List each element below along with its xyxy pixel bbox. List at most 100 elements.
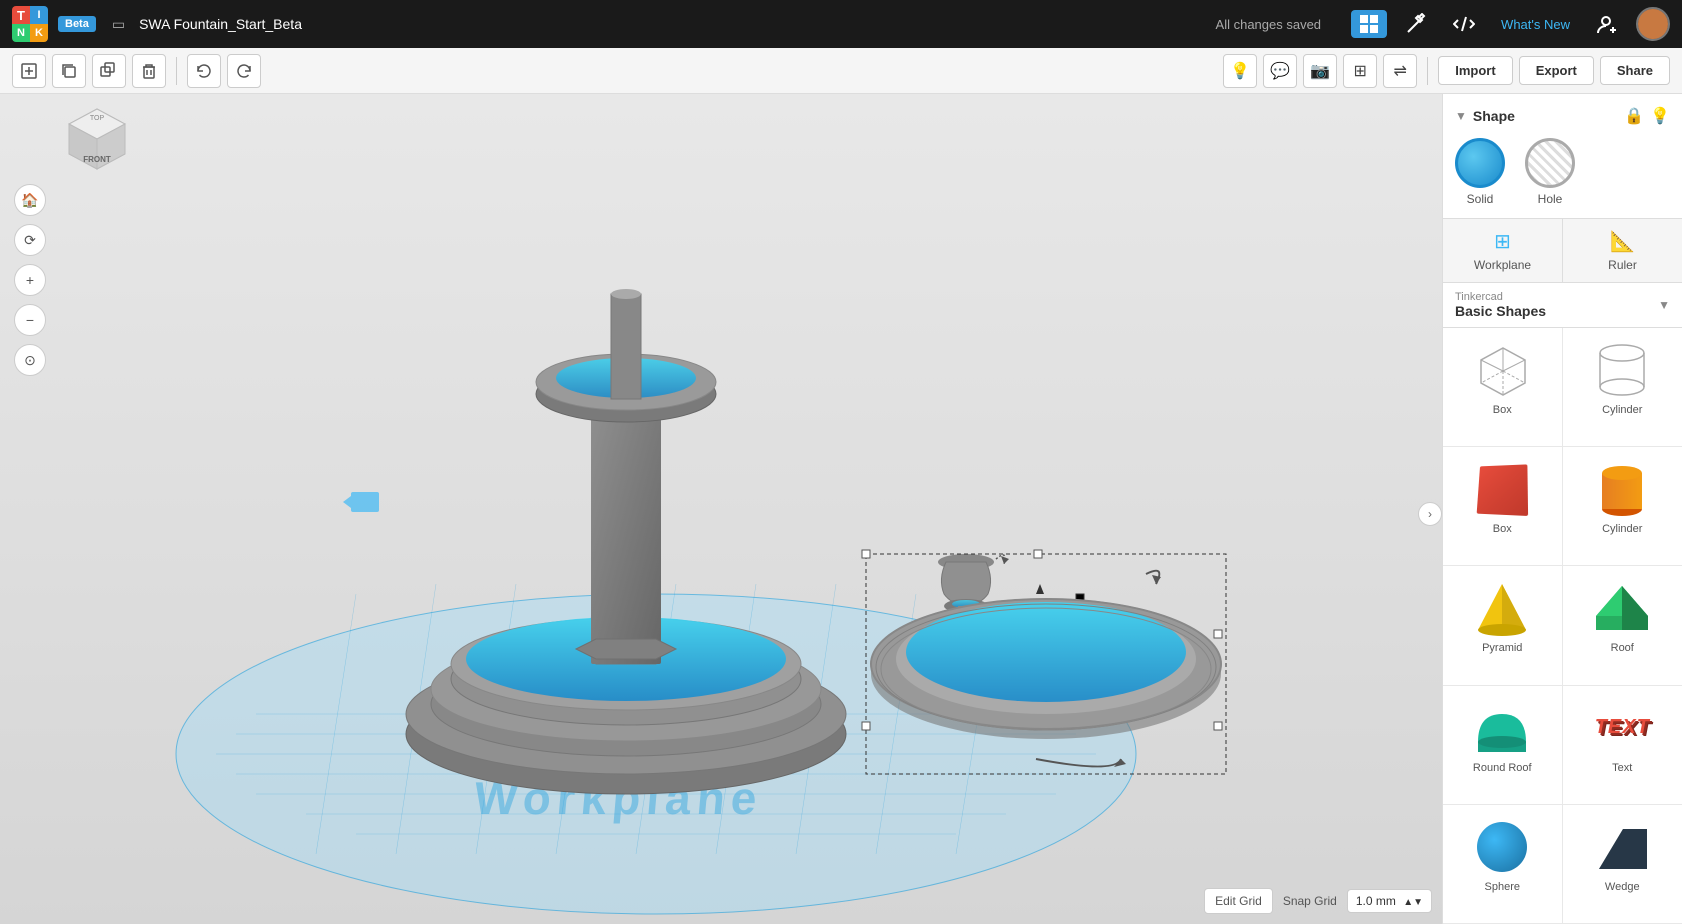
code-button[interactable] xyxy=(1445,9,1483,39)
toolbar-separator-1 xyxy=(176,57,177,85)
solid-option[interactable]: Solid xyxy=(1455,138,1505,206)
shape-wedge[interactable]: Wedge xyxy=(1563,805,1682,924)
lightbulb-icon-button[interactable]: 💡 xyxy=(1650,106,1670,126)
pyramid-label: Pyramid xyxy=(1482,642,1522,654)
user-avatar[interactable] xyxy=(1636,7,1670,41)
shape-panel-title: Shape xyxy=(1473,108,1618,124)
sphere-label: Sphere xyxy=(1485,881,1520,893)
tools-button[interactable] xyxy=(1397,9,1435,39)
text-icon: TEXT xyxy=(1592,698,1652,758)
import-button[interactable]: Import xyxy=(1438,56,1512,85)
duplicate-button[interactable] xyxy=(92,54,126,88)
wedge-icon xyxy=(1592,817,1652,877)
grid-view-button[interactable] xyxy=(1351,10,1387,38)
orbit-button[interactable]: ⟳ xyxy=(14,224,46,256)
snap-grid-value[interactable]: 1.0 mm ▲▼ xyxy=(1347,889,1432,913)
shape-sphere[interactable]: Sphere xyxy=(1443,805,1563,924)
shape-panel-header: ▼ Shape 🔒 💡 xyxy=(1455,106,1670,126)
3d-viewport[interactable]: FRONT TOP 🏠 ⟳ + − ⊙ xyxy=(0,94,1442,924)
delete-button[interactable] xyxy=(132,54,166,88)
view-toggle-group: 💡 💬 📷 ⊞ ⇌ xyxy=(1223,54,1417,88)
round-roof-icon xyxy=(1472,698,1532,758)
edit-grid-button[interactable]: Edit Grid xyxy=(1204,888,1273,914)
fit-button[interactable]: ⊙ xyxy=(14,344,46,376)
flip-icon-btn[interactable]: ⇌ xyxy=(1383,54,1417,88)
sphere-icon xyxy=(1472,817,1532,877)
shape-panel-collapse[interactable]: ▼ xyxy=(1455,109,1467,123)
hole-circle xyxy=(1525,138,1575,188)
workplane-ruler-tabs: ⊞ Workplane 📐 Ruler xyxy=(1443,219,1682,283)
top-navigation: T I N K Beta ▭ SWA Fountain_Start_Beta A… xyxy=(0,0,1682,48)
svg-text:TOP: TOP xyxy=(90,115,105,122)
hole-option[interactable]: Hole xyxy=(1525,138,1575,206)
shape-roof[interactable]: Roof xyxy=(1563,566,1682,685)
shape-options: Solid Hole xyxy=(1455,138,1670,206)
ruler-tab-label: Ruler xyxy=(1608,258,1637,272)
shape-box-wireframe[interactable]: Box xyxy=(1443,328,1563,447)
new-button[interactable] xyxy=(12,54,46,88)
shape-cylinder-wireframe[interactable]: Cylinder xyxy=(1563,328,1682,447)
box-colored-icon xyxy=(1472,459,1532,519)
round-roof-label: Round Roof xyxy=(1473,762,1532,774)
shapes-grid: Box Cylinder Box xyxy=(1443,328,1682,924)
ruler-tab-icon: 📐 xyxy=(1610,229,1635,254)
shape-text[interactable]: TEXT Text xyxy=(1563,686,1682,805)
snap-grid-label: Snap Grid xyxy=(1283,894,1337,908)
logo-t: T xyxy=(12,6,30,24)
logo-n: N xyxy=(12,24,30,42)
profile-add-button[interactable] xyxy=(1588,9,1626,39)
export-button[interactable]: Export xyxy=(1519,56,1594,85)
camera-icon-btn[interactable]: 📷 xyxy=(1303,54,1337,88)
saved-status: All changes saved xyxy=(1216,17,1322,32)
logo-k: K xyxy=(30,24,48,42)
category-label: Basic Shapes xyxy=(1455,303,1546,319)
grid-icon-btn[interactable]: ⊞ xyxy=(1343,54,1377,88)
pyramid-icon xyxy=(1472,578,1532,638)
viewport-background: FRONT TOP 🏠 ⟳ + − ⊙ xyxy=(0,94,1442,924)
right-panel: ▼ Shape 🔒 💡 Solid Hole xyxy=(1442,94,1682,924)
zoom-in-button[interactable]: + xyxy=(14,264,46,296)
solid-circle xyxy=(1455,138,1505,188)
hole-label: Hole xyxy=(1538,192,1563,206)
redo-button[interactable] xyxy=(227,54,261,88)
shape-pyramid[interactable]: Pyramid xyxy=(1443,566,1563,685)
shapes-category-dropdown[interactable]: Tinkercad Basic Shapes ▼ xyxy=(1443,283,1682,328)
undo-button[interactable] xyxy=(187,54,221,88)
roof-icon xyxy=(1592,578,1652,638)
panel-expand-arrow[interactable]: › xyxy=(1418,502,1442,526)
text-label: Text xyxy=(1612,762,1632,774)
box-red-shape xyxy=(1477,465,1528,517)
cylinder-colored-label: Cylinder xyxy=(1602,523,1642,535)
cylinder-wireframe-label: Cylinder xyxy=(1602,404,1642,416)
workplane-tab-label: Workplane xyxy=(1474,258,1531,272)
light-icon-btn[interactable]: 💡 xyxy=(1223,54,1257,88)
comment-icon-btn[interactable]: 💬 xyxy=(1263,54,1297,88)
snap-grid-arrows: ▲▼ xyxy=(1403,897,1423,908)
view-cube[interactable]: FRONT TOP xyxy=(60,104,135,184)
box-wireframe-label: Box xyxy=(1493,404,1512,416)
bottom-controls: Edit Grid Snap Grid 1.0 mm ▲▼ xyxy=(1204,888,1432,914)
ruler-tab[interactable]: 📐 Ruler xyxy=(1563,219,1682,282)
tinkercad-logo[interactable]: T I N K xyxy=(12,6,48,42)
home-view-button[interactable]: 🏠 xyxy=(14,184,46,216)
beta-badge: Beta xyxy=(58,16,96,32)
share-button[interactable]: Share xyxy=(1600,56,1670,85)
copy-button[interactable] xyxy=(52,54,86,88)
workplane-tab[interactable]: ⊞ Workplane xyxy=(1443,219,1563,282)
shape-cylinder-colored[interactable]: Cylinder xyxy=(1563,447,1682,566)
cylinder-wireframe-icon xyxy=(1592,340,1652,400)
roof-label: Roof xyxy=(1611,642,1634,654)
whats-new-button[interactable]: What's New xyxy=(1493,13,1578,36)
shape-panel: ▼ Shape 🔒 💡 Solid Hole xyxy=(1443,94,1682,219)
shape-panel-icons: 🔒 💡 xyxy=(1624,106,1670,126)
zoom-out-button[interactable]: − xyxy=(14,304,46,336)
lock-icon-button[interactable]: 🔒 xyxy=(1624,106,1644,126)
box-colored-label: Box xyxy=(1493,523,1512,535)
file-title: SWA Fountain_Start_Beta xyxy=(139,16,302,32)
shape-round-roof[interactable]: Round Roof xyxy=(1443,686,1563,805)
logo-i: I xyxy=(30,6,48,24)
cylinder-colored-icon xyxy=(1592,459,1652,519)
sphere-blue-shape xyxy=(1477,822,1527,872)
solid-label: Solid xyxy=(1467,192,1494,206)
shape-box-colored[interactable]: Box xyxy=(1443,447,1563,566)
